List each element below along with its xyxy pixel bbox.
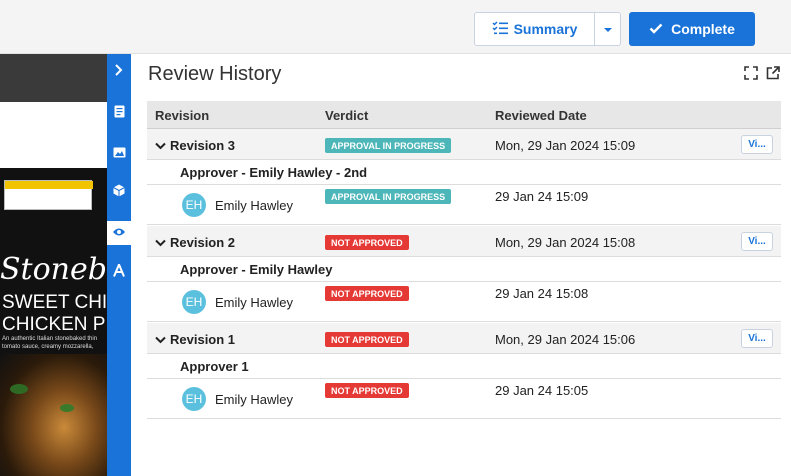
preview-brand: Stonebaked bbox=[0, 252, 107, 287]
preview-product-line1: SWEET CHI bbox=[2, 292, 107, 313]
approver-row: Approver - Emily Hawley bbox=[147, 257, 781, 282]
revision-toggle[interactable]: Revision 2 bbox=[155, 235, 235, 250]
verdict-badge: APPROVAL IN PROGRESS bbox=[325, 138, 452, 153]
cube-icon bbox=[113, 184, 125, 202]
approver-name: Approver - Emily Hawley - 2nd bbox=[180, 165, 368, 180]
document-icon bbox=[114, 105, 125, 123]
verdict-badge: NOT APPROVED bbox=[325, 286, 409, 301]
chevron-down-icon bbox=[155, 138, 166, 153]
approver-row: Approver 1 bbox=[147, 354, 781, 379]
avatar: EH bbox=[182, 290, 206, 314]
preview-header-band bbox=[0, 54, 107, 102]
complete-label: Complete bbox=[671, 21, 735, 37]
image-tool-button[interactable] bbox=[107, 142, 131, 166]
text-tool-button[interactable] bbox=[107, 261, 131, 285]
preview-product-line2: CHICKEN PI bbox=[2, 314, 107, 335]
chevron-right-icon bbox=[114, 63, 124, 81]
preview-garnish bbox=[10, 384, 28, 394]
avatar: EH bbox=[182, 387, 206, 411]
view-button[interactable]: Vi... bbox=[741, 135, 773, 154]
revision-row: Revision 2 NOT APPROVED Mon, 29 Jan 2024… bbox=[147, 226, 781, 257]
revision-toggle[interactable]: Revision 3 bbox=[155, 138, 235, 153]
column-header-revision: Revision bbox=[155, 108, 210, 123]
revision-name: Revision 3 bbox=[170, 138, 236, 153]
approver-name: Approver 1 bbox=[180, 359, 249, 374]
preview-description: An authentic Italian stonebaked thin tom… bbox=[2, 335, 97, 351]
eye-icon bbox=[112, 224, 126, 242]
collapse-panel-button[interactable] bbox=[107, 60, 131, 84]
preview-garnish bbox=[60, 404, 74, 412]
review-history-panel: Review History Revision Verdict Reviewed… bbox=[131, 54, 791, 476]
chevron-down-icon bbox=[155, 332, 166, 347]
preview-label-strip bbox=[4, 180, 93, 210]
reviewed-date: Mon, 29 Jan 2024 15:09 bbox=[495, 138, 636, 153]
image-icon bbox=[113, 145, 126, 163]
checklist-icon bbox=[492, 20, 508, 38]
text-icon bbox=[113, 261, 125, 282]
revision-toggle[interactable]: Revision 1 bbox=[155, 332, 235, 347]
preview-product-name: SWEET CHI CHICKEN PI bbox=[2, 292, 107, 336]
reviewed-date: 29 Jan 24 15:05 bbox=[495, 383, 589, 398]
view-button[interactable]: Vi... bbox=[741, 232, 773, 251]
reviewed-date: 29 Jan 24 15:09 bbox=[495, 189, 589, 204]
preview-white-panel bbox=[0, 102, 107, 168]
reviewer-row: EH Emily Hawley NOT APPROVED 29 Jan 24 1… bbox=[147, 282, 781, 322]
reviewed-date: Mon, 29 Jan 2024 15:08 bbox=[495, 235, 636, 250]
column-header-verdict: Verdict bbox=[325, 108, 369, 123]
document-tool-button[interactable] bbox=[107, 102, 131, 126]
preview-yellow-band bbox=[5, 181, 93, 189]
revision-row: Revision 1 NOT APPROVED Mon, 29 Jan 2024… bbox=[147, 323, 781, 354]
summary-dropdown-toggle[interactable] bbox=[595, 12, 621, 46]
open-external-icon[interactable] bbox=[766, 66, 780, 80]
caret-down-icon bbox=[603, 20, 613, 38]
approver-name: Approver - Emily Hawley bbox=[180, 262, 333, 277]
preview-desc-line1: An authentic Italian stonebaked thin bbox=[2, 336, 98, 342]
view-button[interactable]: Vi... bbox=[741, 329, 773, 348]
preview-food-image bbox=[0, 354, 107, 476]
panel-title: Review History bbox=[148, 63, 282, 85]
verdict-badge: APPROVAL IN PROGRESS bbox=[325, 189, 452, 204]
table-header: Revision Verdict Reviewed Date bbox=[147, 101, 781, 129]
summary-label: Summary bbox=[513, 21, 578, 37]
expand-icon[interactable] bbox=[744, 66, 758, 80]
verdict-badge: NOT APPROVED bbox=[325, 235, 409, 250]
reviewed-date: Mon, 29 Jan 2024 15:06 bbox=[495, 332, 636, 347]
top-toolbar: Summary Complete bbox=[0, 0, 791, 54]
summary-button-group: Summary bbox=[474, 12, 621, 46]
reviewer-name: Emily Hawley bbox=[215, 392, 294, 407]
revision-name: Revision 2 bbox=[170, 235, 236, 250]
summary-button[interactable]: Summary bbox=[474, 12, 595, 46]
cube-tool-button[interactable] bbox=[107, 181, 131, 205]
side-tool-rail bbox=[107, 54, 131, 476]
complete-button[interactable]: Complete bbox=[629, 12, 755, 46]
reviewer-name: Emily Hawley bbox=[215, 295, 294, 310]
verdict-badge: NOT APPROVED bbox=[325, 332, 409, 347]
chevron-down-icon bbox=[155, 235, 166, 250]
verdict-badge: NOT APPROVED bbox=[325, 383, 409, 398]
reviewed-date: 29 Jan 24 15:08 bbox=[495, 286, 589, 301]
reviewer-row: EH Emily Hawley NOT APPROVED 29 Jan 24 1… bbox=[147, 379, 781, 419]
review-tool-button[interactable] bbox=[107, 221, 131, 245]
artwork-preview[interactable]: Stonebaked SWEET CHI CHICKEN PI An authe… bbox=[0, 54, 107, 476]
column-header-reviewed-date: Reviewed Date bbox=[495, 108, 587, 123]
check-icon bbox=[649, 21, 663, 37]
reviewer-name: Emily Hawley bbox=[215, 198, 294, 213]
reviewer-row: EH Emily Hawley APPROVAL IN PROGRESS 29 … bbox=[147, 185, 781, 225]
preview-desc-line2: tomato sauce, creamy mozzarella, bbox=[2, 344, 94, 350]
approver-row: Approver - Emily Hawley - 2nd bbox=[147, 160, 781, 185]
revision-name: Revision 1 bbox=[170, 332, 236, 347]
revision-row: Revision 3 APPROVAL IN PROGRESS Mon, 29 … bbox=[147, 129, 781, 160]
avatar: EH bbox=[182, 193, 206, 217]
